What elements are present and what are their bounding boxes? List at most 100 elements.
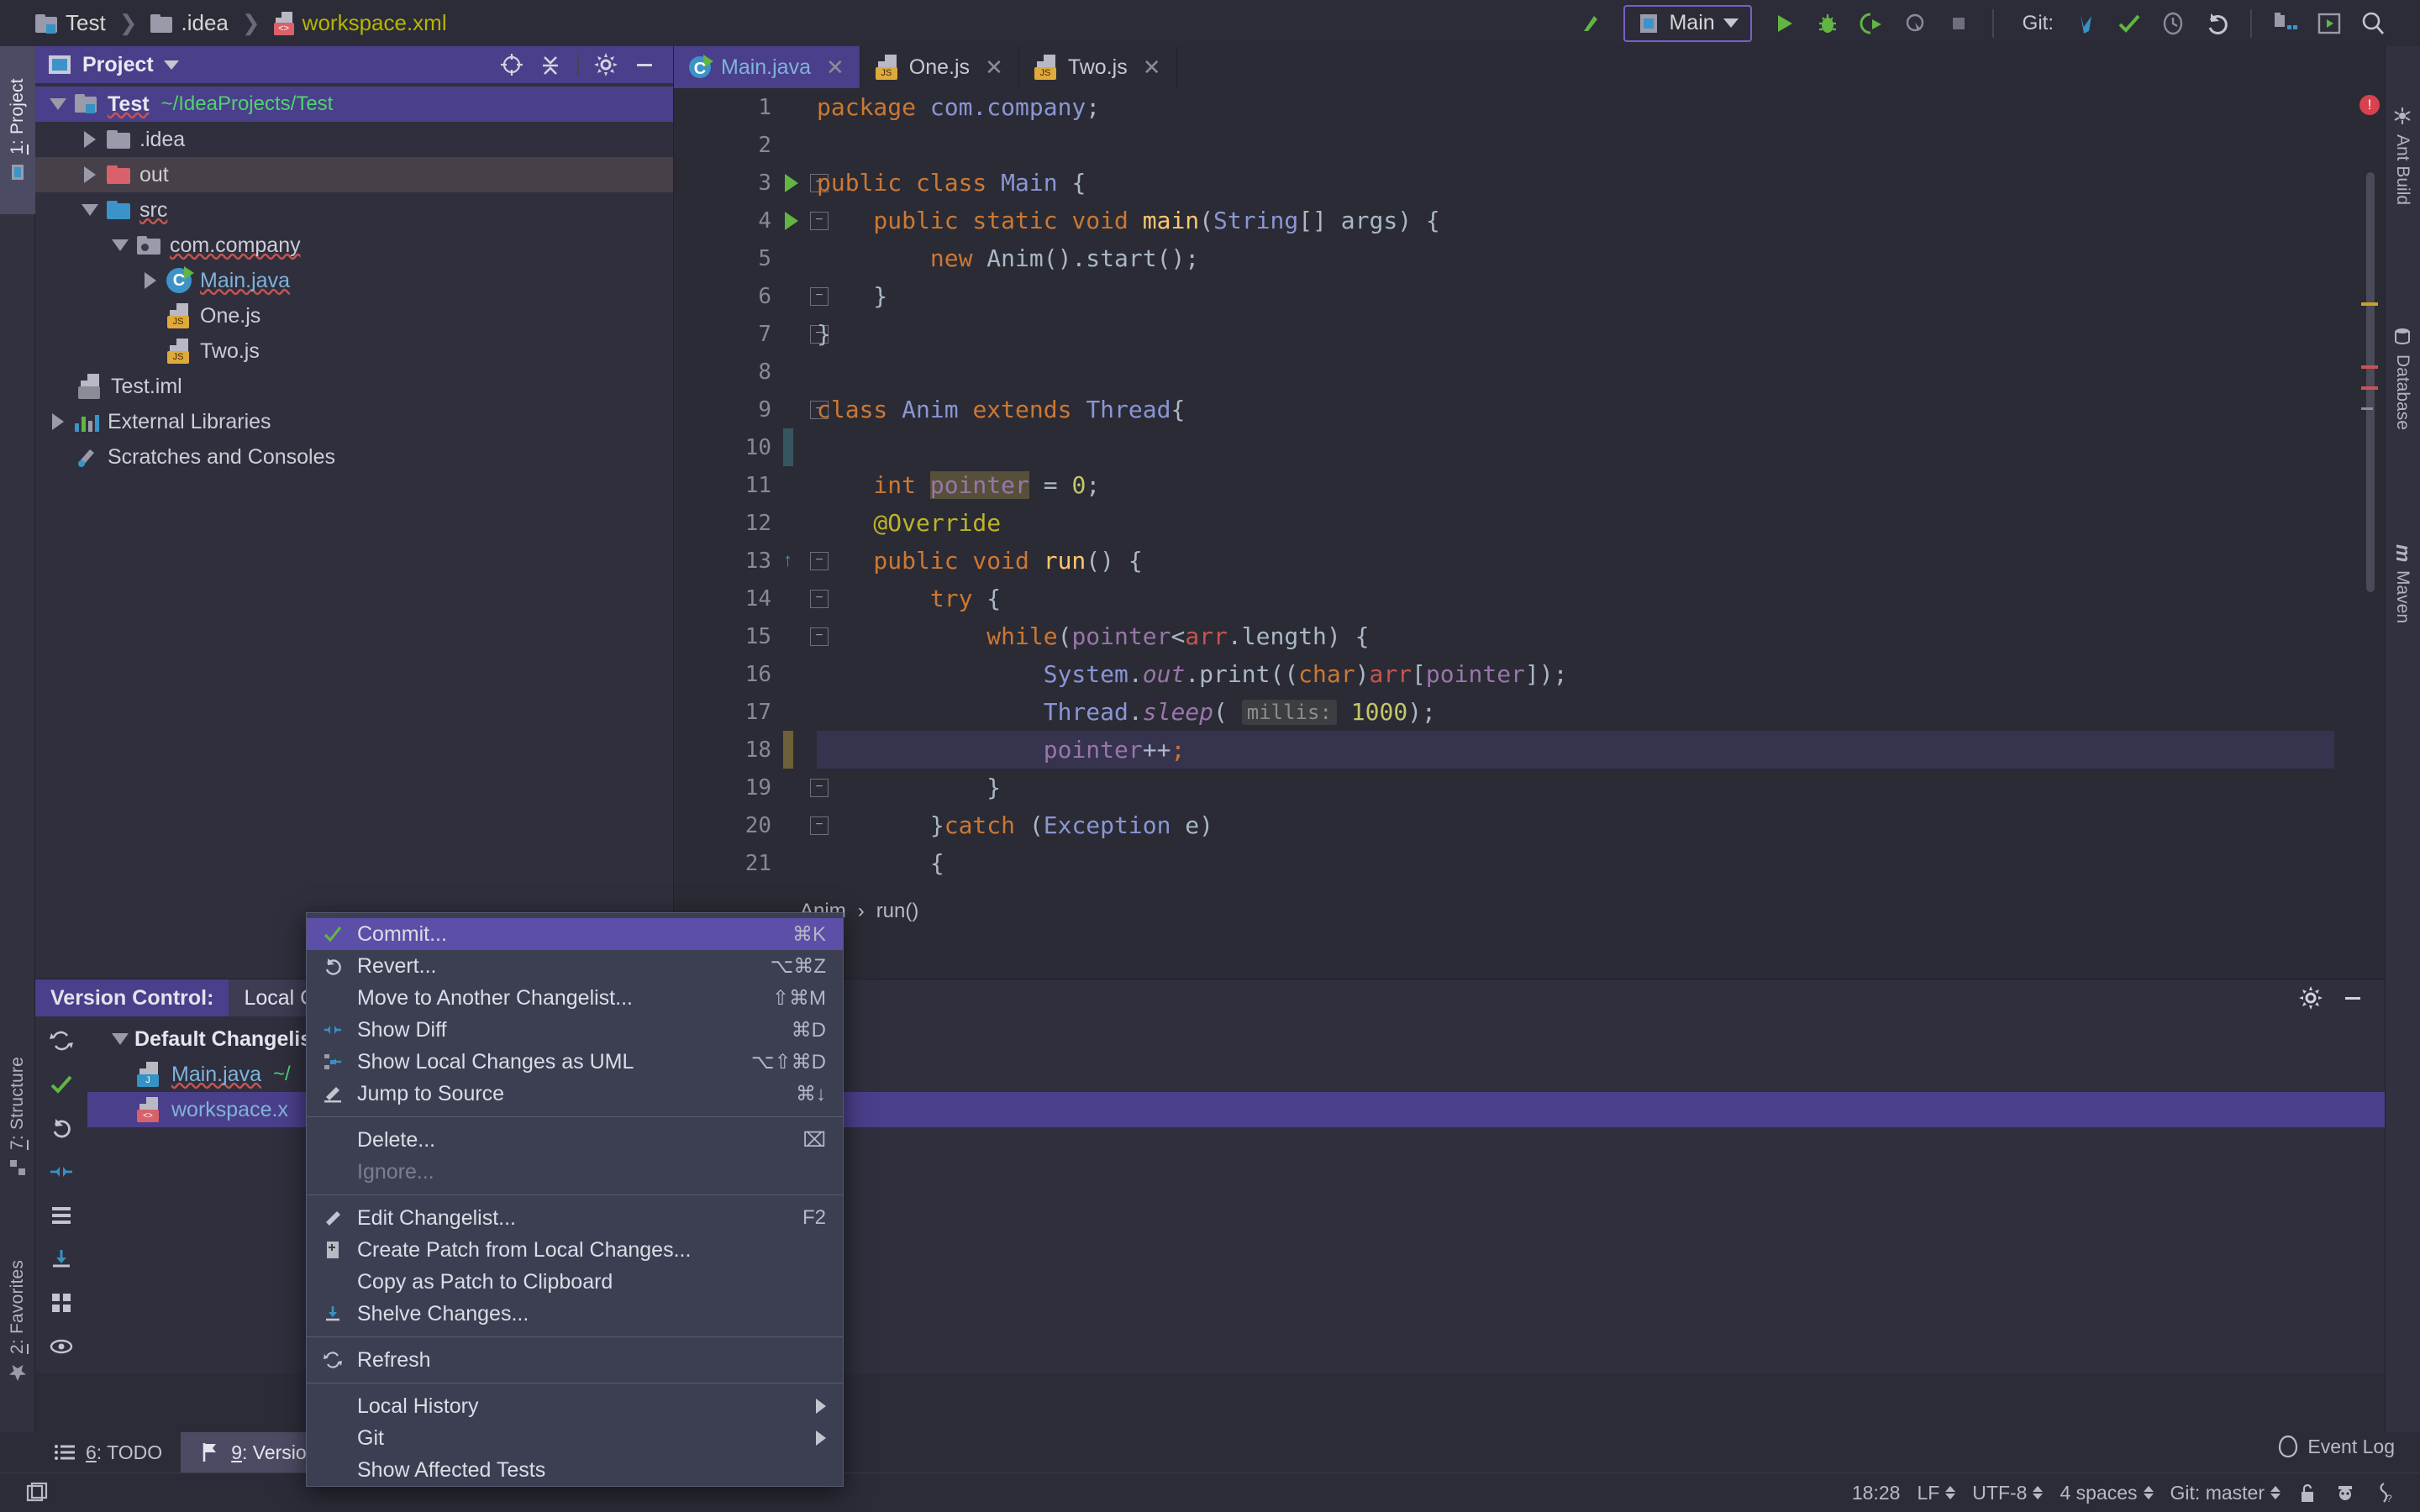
shelve-icon[interactable]	[49, 1247, 74, 1272]
menu-item-local-history[interactable]: Local History	[307, 1390, 843, 1422]
tab-two-js[interactable]: JS Two.js ✕	[1019, 46, 1177, 88]
run-gutter-icon[interactable]	[785, 174, 798, 192]
refresh-icon[interactable]	[49, 1028, 74, 1053]
tree-node-test-iml[interactable]: Test.iml	[35, 369, 673, 404]
tree-node-one-js[interactable]: JS One.js	[35, 298, 673, 333]
menu-item-git[interactable]: Git	[307, 1422, 843, 1454]
run-button[interactable]	[1762, 2, 1806, 45]
menu-item-move-to-another-changelist[interactable]: Move to Another Changelist... ⇧⌘M	[307, 982, 843, 1014]
bottom-tab-todo[interactable]: 6: TODO	[35, 1432, 181, 1473]
menu-item-commit[interactable]: Commit... ⌘K	[307, 918, 843, 950]
tree-node-main-java[interactable]: Main.java	[35, 263, 673, 298]
preview-icon[interactable]	[49, 1334, 74, 1359]
tree-node-scratches[interactable]: Scratches and Consoles	[35, 439, 673, 475]
tree-node-test[interactable]: Test ~/IdeaProjects/Test	[35, 87, 673, 122]
tab-one-js[interactable]: JS One.js ✕	[860, 46, 1019, 88]
hide-panel-icon[interactable]	[2336, 981, 2370, 1015]
commit-check-icon[interactable]	[49, 1072, 74, 1097]
override-gutter-icon[interactable]: ↑	[783, 550, 803, 570]
expand-arrow-down-icon[interactable]	[44, 98, 72, 110]
rollback-icon[interactable]	[2195, 2, 2238, 45]
event-log-button[interactable]: Event Log	[2277, 1435, 2395, 1458]
run-gutter-icon[interactable]	[785, 212, 798, 230]
sidebar-item-database[interactable]: Database	[2385, 273, 2420, 483]
branch-selector[interactable]: Git: master	[2170, 1482, 2281, 1504]
menu-item-show-local-changes-as-uml[interactable]: Show Local Changes as UML ⌥⇧⌘D	[307, 1046, 843, 1078]
tree-node-external-libraries[interactable]: External Libraries	[35, 404, 673, 439]
expand-arrow-down-icon[interactable]	[106, 1033, 134, 1045]
search-icon[interactable]	[2351, 2, 2395, 45]
expand-arrow-right-icon[interactable]	[76, 131, 104, 148]
menu-item-jump-to-source[interactable]: Jump to Source ⌘↓	[307, 1078, 843, 1110]
context-menu[interactable]: Commit... ⌘K Revert... ⌥⌘Z Move to Anoth…	[306, 912, 844, 1487]
indent-selector[interactable]: 4 spaces	[2060, 1482, 2154, 1504]
history-icon[interactable]	[2151, 2, 2195, 45]
tree-node-out[interactable]: out	[35, 157, 673, 192]
run-configuration-selector[interactable]: Main	[1623, 4, 1752, 42]
sidebar-item-favorites[interactable]: 2: Favorites	[0, 1222, 35, 1420]
js-file-icon: JS	[165, 303, 193, 328]
hide-panel-icon[interactable]	[628, 48, 661, 81]
settings-gear-icon[interactable]	[589, 48, 623, 81]
caret-position[interactable]: 18:28	[1852, 1482, 1901, 1504]
sidebar-item-maven[interactable]: m Maven	[2385, 500, 2420, 668]
tree-node-com-company[interactable]: com.company	[35, 228, 673, 263]
code-editor[interactable]: 1 2 3 4 5 6 7 8 9 10 11 12 13 14 15 16 17 18 19 20 21 − − − − − ↑…	[674, 88, 2385, 928]
expand-arrow-right-icon[interactable]	[136, 272, 165, 289]
menu-item-shelve-changes[interactable]: Shelve Changes...	[307, 1298, 843, 1330]
sidebar-item-ant-build[interactable]: Ant Build	[2385, 55, 2420, 256]
show-tool-windows-icon[interactable]	[25, 1481, 49, 1504]
menu-item-refresh[interactable]: Refresh	[307, 1344, 843, 1376]
hector-icon[interactable]	[2334, 1482, 2356, 1504]
close-icon[interactable]: ✕	[826, 55, 844, 81]
menu-item-revert[interactable]: Revert... ⌥⌘Z	[307, 950, 843, 982]
lock-icon[interactable]	[2297, 1482, 2317, 1504]
debug-button[interactable]	[1806, 2, 1849, 45]
close-icon[interactable]: ✕	[1143, 55, 1161, 81]
menu-item-edit-changelist[interactable]: Edit Changelist... F2	[307, 1202, 843, 1234]
rollback-icon[interactable]	[49, 1116, 74, 1141]
editor-breadcrumb-method[interactable]: run()	[876, 900, 919, 923]
profile-button[interactable]	[1893, 2, 1937, 45]
memory-indicator-icon[interactable]: ?	[2373, 1482, 2395, 1504]
expand-arrow-right-icon[interactable]	[76, 166, 104, 183]
sidebar-item-structure[interactable]: 7: Structure	[0, 1021, 35, 1214]
breadcrumb-item-project[interactable]: Test	[35, 10, 106, 36]
back-arrow-icon[interactable]	[1570, 2, 1613, 45]
breadcrumb-item-file[interactable]: <> workspace.xml	[273, 10, 447, 36]
error-stripe[interactable]: !	[2360, 88, 2380, 928]
close-icon[interactable]: ✕	[985, 55, 1003, 81]
expand-arrow-down-icon[interactable]	[106, 239, 134, 251]
run-with-coverage-button[interactable]	[1849, 2, 1893, 45]
stop-button[interactable]	[1937, 2, 1981, 45]
locate-icon[interactable]	[495, 48, 529, 81]
menu-item-copy-as-patch[interactable]: Copy as Patch to Clipboard	[307, 1266, 843, 1298]
tree-node-idea[interactable]: .idea	[35, 122, 673, 157]
menu-item-show-diff[interactable]: Show Diff ⌘D	[307, 1014, 843, 1046]
group-by-icon[interactable]	[49, 1203, 74, 1228]
scrollbar-thumb[interactable]	[2366, 172, 2375, 592]
show-diff-icon[interactable]	[49, 1159, 74, 1184]
tree-node-two-js[interactable]: JS Two.js	[35, 333, 673, 369]
update-project-button[interactable]	[2064, 2, 2107, 45]
sidebar-label-ant-build: Ant Build	[2393, 134, 2412, 206]
collapse-all-icon[interactable]	[534, 48, 567, 81]
settings-gear-icon[interactable]	[2294, 981, 2328, 1015]
plugins-icon[interactable]	[2307, 2, 2351, 45]
chevron-down-icon[interactable]	[163, 60, 179, 70]
menu-item-create-patch[interactable]: Create Patch from Local Changes...	[307, 1234, 843, 1266]
expand-arrow-right-icon[interactable]	[44, 413, 72, 430]
encoding-selector[interactable]: UTF-8	[1972, 1482, 2044, 1504]
line-separator-selector[interactable]: LF	[1917, 1482, 1956, 1504]
menu-item-delete[interactable]: Delete... ⌧	[307, 1124, 843, 1156]
expand-arrow-down-icon[interactable]	[76, 204, 104, 216]
breadcrumb-item-idea[interactable]: .idea	[150, 10, 229, 36]
tab-main-java[interactable]: Main.java ✕	[674, 46, 860, 88]
commit-button[interactable]	[2107, 2, 2151, 45]
expand-all-icon[interactable]	[49, 1290, 74, 1315]
project-structure-icon[interactable]	[2264, 2, 2307, 45]
svg-text:?: ?	[2386, 1493, 2392, 1504]
sidebar-item-project[interactable]: 1: Project	[0, 46, 35, 214]
menu-item-show-affected-tests[interactable]: Show Affected Tests	[307, 1454, 843, 1486]
tree-node-src[interactable]: src	[35, 192, 673, 228]
